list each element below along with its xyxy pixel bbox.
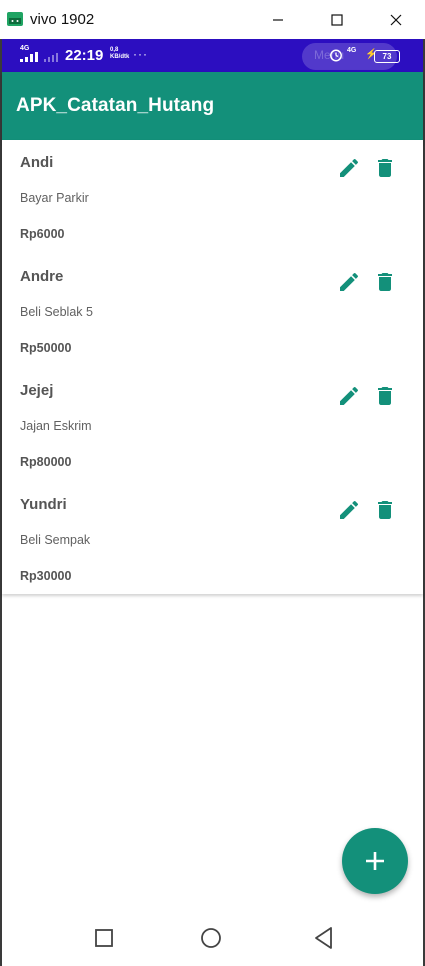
edit-icon[interactable] bbox=[337, 270, 361, 294]
window-title-bar: vivo 1902 bbox=[0, 0, 425, 40]
status-bar: 4G 22:19 0,8 KB/dtk ··· Menu 4G ⚡ 73 bbox=[2, 39, 423, 72]
network-type-right: 4G bbox=[347, 47, 357, 54]
maximize-icon bbox=[331, 14, 343, 26]
signal-secondary-icon bbox=[44, 53, 58, 62]
edit-icon[interactable] bbox=[337, 384, 361, 408]
close-icon bbox=[390, 14, 402, 26]
app-bar: APK_Catatan_Hutang bbox=[2, 72, 423, 140]
more-notifications-icon: ··· bbox=[133, 47, 148, 61]
delete-icon[interactable] bbox=[373, 270, 397, 294]
maximize-button[interactable] bbox=[317, 6, 357, 34]
minimize-icon bbox=[273, 19, 283, 21]
recents-square-icon[interactable] bbox=[91, 925, 117, 951]
item-description: Beli Sempak bbox=[20, 533, 91, 547]
item-amount: Rp6000 bbox=[20, 227, 65, 241]
delete-icon[interactable] bbox=[373, 156, 397, 180]
android-app-icon bbox=[7, 12, 23, 26]
item-description: Bayar Parkir bbox=[20, 191, 89, 205]
phone-screen: 4G 22:19 0,8 KB/dtk ··· Menu 4G ⚡ 73 APK… bbox=[0, 39, 425, 966]
signal-icon bbox=[20, 52, 38, 62]
network-type-left: 4G bbox=[20, 45, 30, 52]
item-name: Andre bbox=[20, 268, 64, 285]
item-description: Jajan Eskrim bbox=[20, 419, 92, 433]
item-amount: Rp30000 bbox=[20, 569, 72, 583]
network-speed-value: 0,8 bbox=[110, 47, 119, 53]
list-item[interactable]: Yundri Beli Sempak Rp30000 bbox=[2, 482, 423, 596]
alarm-icon bbox=[330, 49, 342, 62]
battery-indicator: 73 bbox=[374, 50, 400, 63]
item-amount: Rp80000 bbox=[20, 455, 72, 469]
window-title: vivo 1902 bbox=[30, 11, 95, 28]
list-item[interactable]: Andre Beli Seblak 5 Rp50000 bbox=[2, 254, 423, 368]
add-debt-button[interactable] bbox=[342, 828, 408, 894]
delete-icon[interactable] bbox=[373, 384, 397, 408]
home-circle-icon[interactable] bbox=[198, 925, 224, 951]
item-amount: Rp50000 bbox=[20, 341, 72, 355]
plus-icon bbox=[366, 852, 384, 870]
back-triangle-icon[interactable] bbox=[311, 925, 337, 951]
status-time: 22:19 bbox=[65, 47, 104, 64]
edit-icon[interactable] bbox=[337, 498, 361, 522]
list-item[interactable]: Jejej Jajan Eskrim Rp80000 bbox=[2, 368, 423, 482]
minimize-button[interactable] bbox=[258, 6, 298, 34]
item-name: Yundri bbox=[20, 496, 67, 513]
delete-icon[interactable] bbox=[373, 498, 397, 522]
navigation-bar bbox=[2, 913, 423, 963]
app-title: APK_Catatan_Hutang bbox=[16, 95, 215, 116]
item-description: Beli Seblak 5 bbox=[20, 305, 93, 319]
network-speed: 0,8 KB/dtk bbox=[110, 47, 129, 61]
edit-icon[interactable] bbox=[337, 156, 361, 180]
close-button[interactable] bbox=[376, 6, 416, 34]
list-item[interactable]: Andi Bayar Parkir Rp6000 bbox=[2, 140, 423, 254]
item-name: Jejej bbox=[20, 382, 54, 399]
item-name: Andi bbox=[20, 154, 54, 171]
debt-list: Andi Bayar Parkir Rp6000 Andre Beli Sebl… bbox=[2, 140, 423, 594]
network-speed-unit: KB/dtk bbox=[110, 54, 130, 60]
